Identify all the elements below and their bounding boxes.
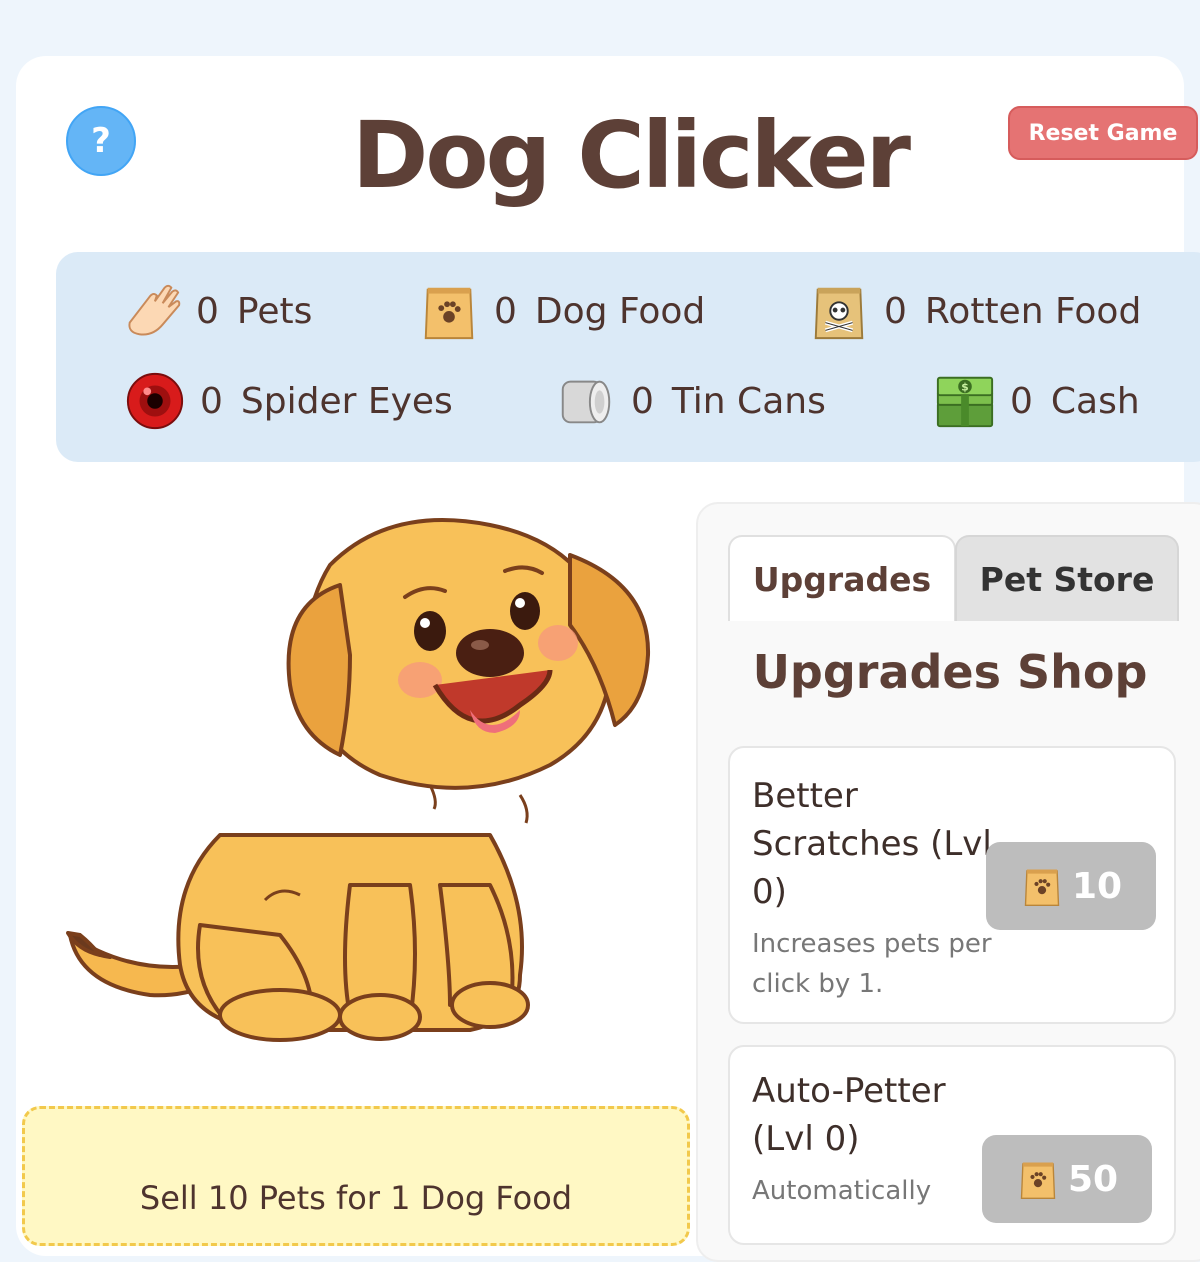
reset-game-button[interactable]: Reset Game — [1008, 106, 1198, 160]
game-title: Dog Clicker — [351, 102, 911, 209]
sell-pets-label: Sell 10 Pets for 1 Dog Food — [139, 1179, 573, 1217]
sell-pets-button[interactable]: Sell 10 Pets for 1 Dog Food — [22, 1106, 690, 1246]
upgrade-card-better-scratches: Better Scratches (Lvl 0) Increases pets … — [728, 746, 1176, 1024]
resource-spider-eyes: 0 Spider Eyes — [124, 370, 453, 432]
tab-pet-store[interactable]: Pet Store — [955, 535, 1179, 621]
upgrade-cost: 50 — [1067, 1158, 1119, 1200]
upgrade-name: Better Scratches (Lvl 0) — [752, 776, 992, 912]
resource-dog-food: 0 Dog Food — [418, 280, 705, 342]
resource-pets: 0 Pets — [120, 280, 312, 342]
resource-cash: $ 0 Cash — [934, 370, 1140, 432]
dog-food-bag-icon — [1024, 869, 1060, 906]
tin-can-icon — [561, 380, 611, 424]
shop-title: Upgrades Shop — [752, 645, 1148, 699]
resource-rotten-food: 0 Rotten Food — [808, 280, 1141, 342]
tab-upgrades[interactable]: Upgrades — [728, 535, 956, 621]
spider-eye-icon — [126, 372, 184, 430]
dog-food-bag-icon — [424, 287, 474, 340]
buy-better-scratches-button[interactable]: 10 — [986, 842, 1156, 930]
buy-auto-petter-button[interactable]: 50 — [982, 1135, 1152, 1223]
resource-tin-cans: 0 Tin Cans — [555, 370, 826, 432]
dog-click-target[interactable] — [50, 505, 670, 1065]
upgrade-cost: 10 — [1071, 865, 1123, 907]
dog-food-bag-icon — [1020, 1162, 1056, 1199]
upgrade-description: Automatically — [752, 1176, 932, 1206]
svg-text:$: $ — [961, 380, 968, 393]
upgrade-name: Auto-Petter (Lvl 0) — [752, 1071, 946, 1159]
cash-stack-icon: $ — [936, 376, 994, 428]
upgrade-description: Increases pets per click by 1. — [752, 929, 992, 999]
puppy-illustration — [66, 518, 651, 1042]
upgrade-card-auto-petter: Auto-Petter (Lvl 0) Automatically 50 — [728, 1045, 1176, 1245]
hand-icon — [128, 284, 181, 336]
rotten-food-bag-icon — [814, 287, 864, 340]
help-button[interactable]: ? — [66, 106, 136, 176]
